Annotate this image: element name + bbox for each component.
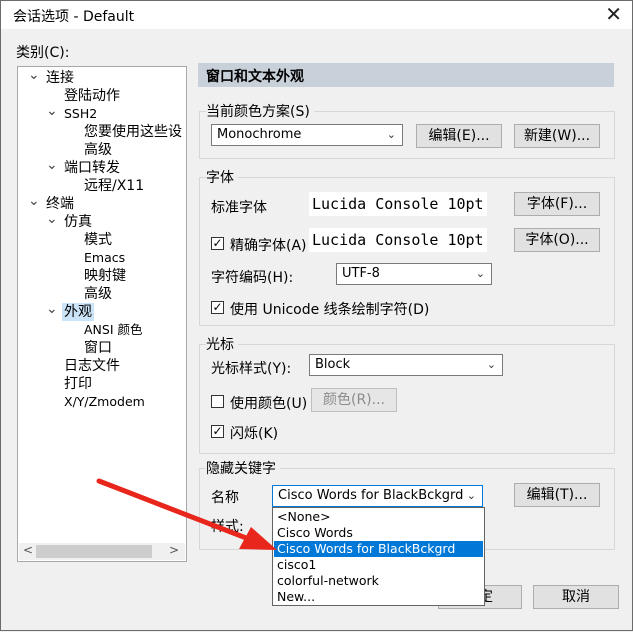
annotation-arrow	[96, 478, 277, 550]
dialog-window: 会话选项 - Default ✕ 类别(C): < > 连接 ⌄ 登陆动作 SSH2 ⌄…	[0, 0, 633, 631]
